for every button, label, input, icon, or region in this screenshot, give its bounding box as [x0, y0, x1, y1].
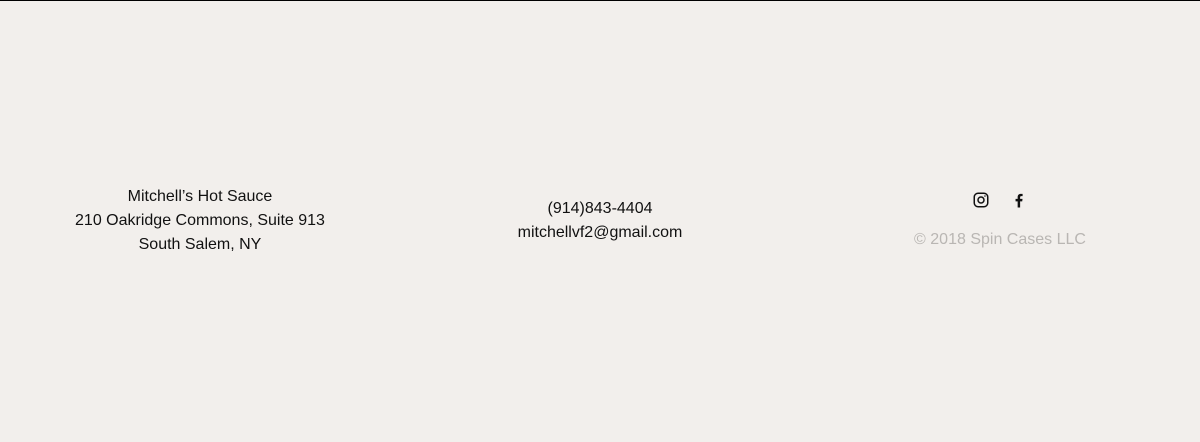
street-address: 210 Oakridge Commons, Suite 913 — [75, 212, 325, 229]
city-state: South Salem, NY — [138, 236, 262, 253]
phone-link[interactable]: (914)843-4404 — [400, 197, 800, 221]
site-footer: Mitchell’s Hot Sauce 210 Oakridge Common… — [0, 0, 1200, 442]
business-name: Mitchell’s Hot Sauce — [127, 188, 273, 205]
email-link[interactable]: mitchellvf2@gmail.com — [400, 221, 800, 245]
social-icons-bar — [800, 186, 1200, 214]
footer-contact-block: (914)843-4404 mitchellvf2@gmail.com — [400, 197, 800, 245]
footer-address-block: Mitchell’s Hot Sauce 210 Oakridge Common… — [0, 185, 400, 257]
facebook-icon[interactable] — [1010, 191, 1028, 209]
instagram-icon[interactable] — [972, 191, 990, 209]
copyright-text: © 2018 Spin Cases LLC — [914, 231, 1086, 248]
footer-social-block: © 2018 Spin Cases LLC — [800, 186, 1200, 252]
